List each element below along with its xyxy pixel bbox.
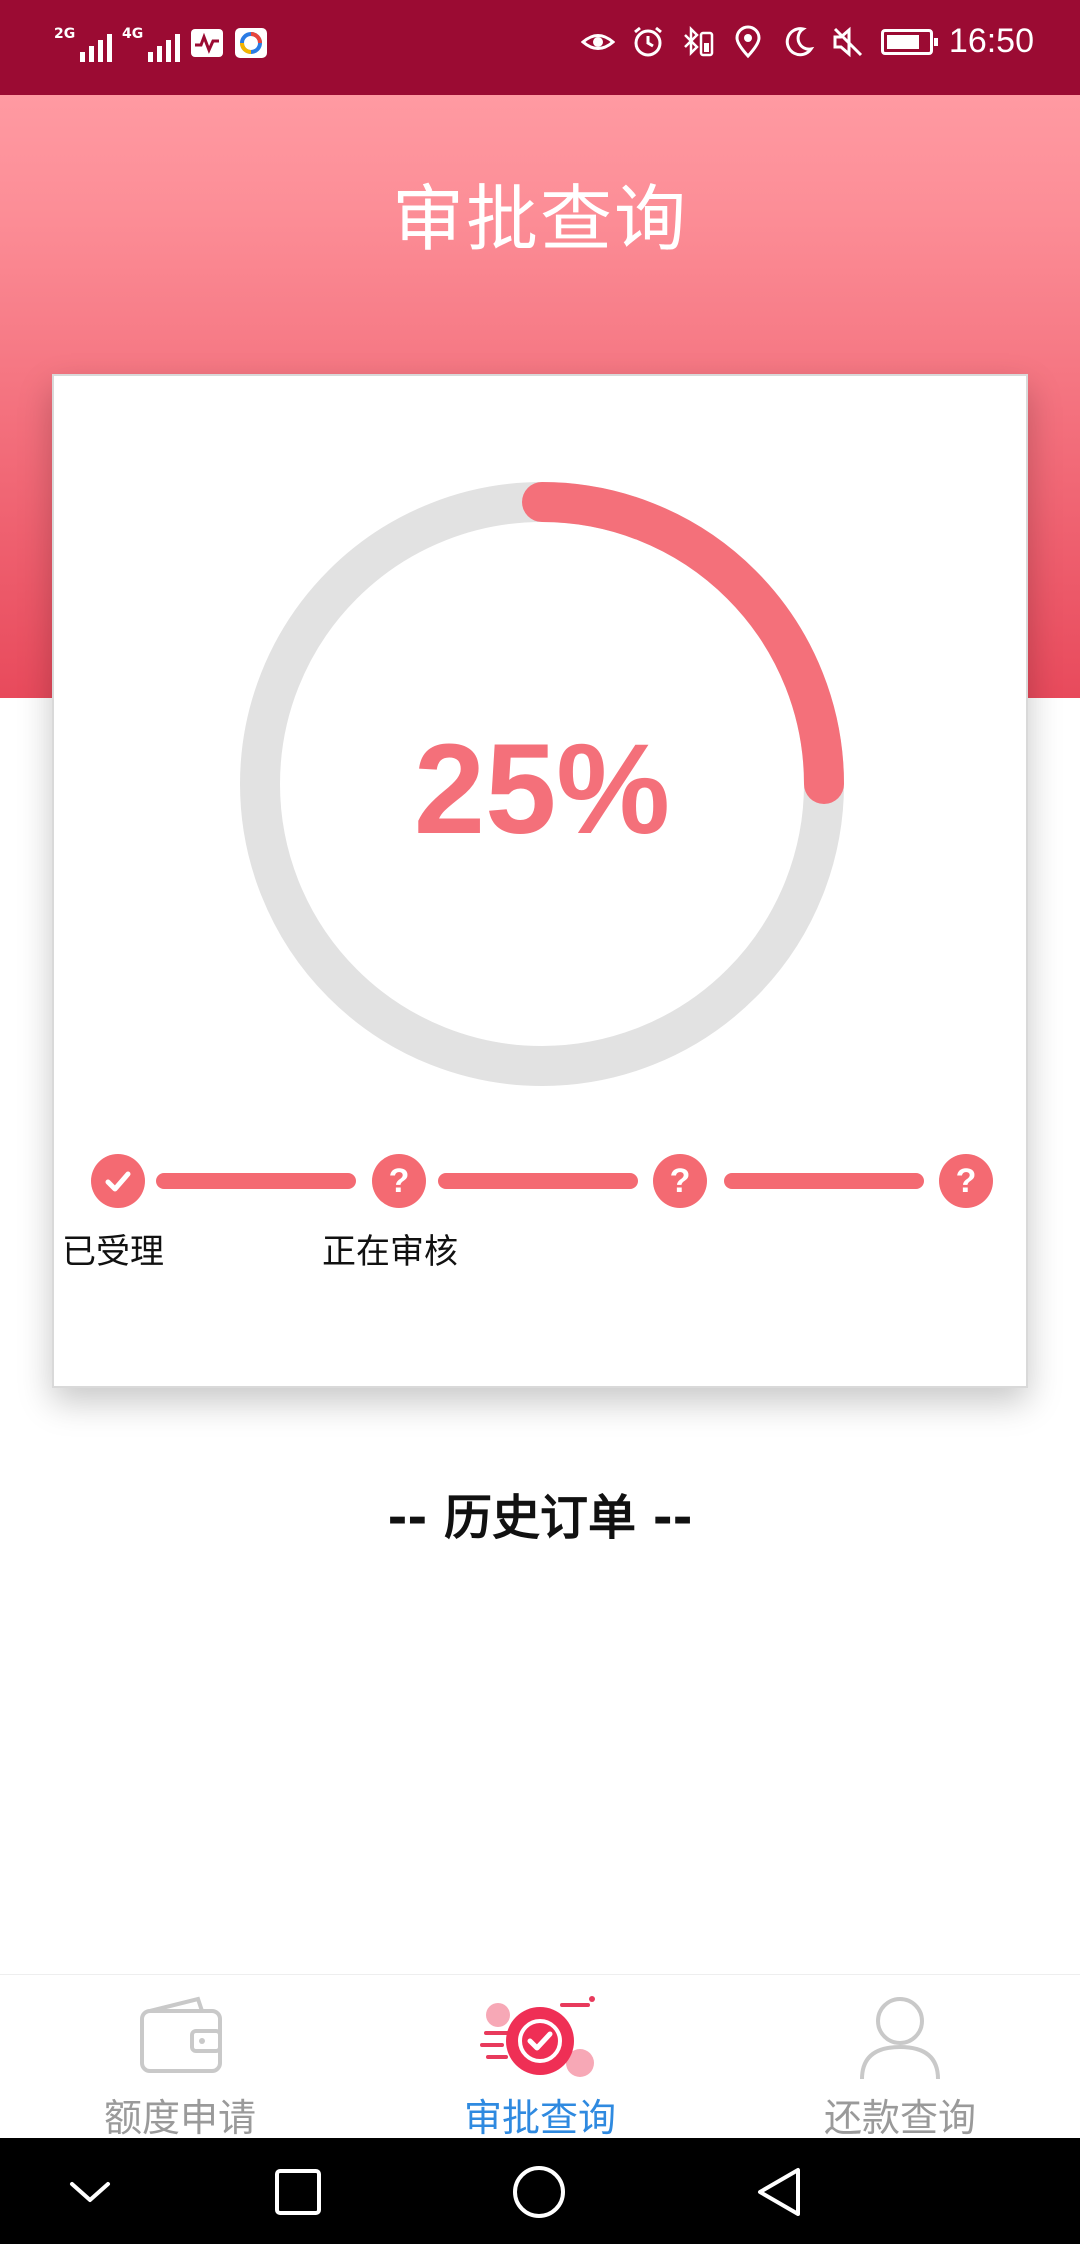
- status-time: 16:50: [948, 22, 1034, 60]
- tab-repayment-query[interactable]: 还款查询: [720, 1975, 1080, 2140]
- alarm-icon: [633, 26, 662, 56]
- tab-approval-query[interactable]: 审批查询: [360, 1975, 720, 2140]
- status-bar: 2G 4G 16:50: [0, 0, 1080, 95]
- signal-4g-icon: 4G: [122, 24, 180, 62]
- step-connector-2: [438, 1173, 638, 1189]
- bluetooth-battery-icon: [684, 25, 714, 56]
- chevron-down-icon[interactable]: [60, 2162, 120, 2222]
- battery-charging-icon: [880, 28, 938, 55]
- location-icon: [735, 25, 761, 58]
- step-3-question-icon: ?: [653, 1154, 707, 1208]
- approval-check-icon: [480, 1996, 595, 2077]
- back-triangle-icon[interactable]: [750, 2162, 810, 2222]
- network-2g-label: 2G: [54, 26, 76, 42]
- wallet-icon: [140, 1996, 222, 2073]
- history-orders-title: -- 历史订单 --: [387, 1490, 693, 1546]
- step-1-check-icon: [91, 1154, 145, 1208]
- progress-percent: 25%: [413, 718, 671, 861]
- activity-monitor-icon: [191, 29, 223, 57]
- recents-square-icon[interactable]: [268, 2162, 328, 2222]
- status-right: 16:50: [580, 22, 1034, 61]
- eye-icon: [580, 33, 615, 50]
- tab-credit-application-label: 额度申请: [103, 2096, 256, 2140]
- moon-icon: [785, 26, 815, 56]
- page-title: 审批查询: [391, 177, 688, 261]
- step-2-question-icon: ?: [372, 1154, 426, 1208]
- approval-progress-card: 25% ? ? ? 已受理 正在审核: [52, 374, 1028, 1388]
- step-1-label: 已受理: [62, 1232, 164, 1272]
- system-nav-bar: [0, 2138, 1080, 2244]
- tab-repayment-query-label: 还款查询: [823, 2096, 976, 2140]
- status-left: 2G 4G: [54, 24, 268, 62]
- step-connector-3: [724, 1173, 924, 1189]
- app-notification-icon: [235, 28, 267, 58]
- step-4-question-icon: ?: [939, 1154, 993, 1208]
- home-circle-icon[interactable]: [509, 2162, 569, 2222]
- mute-icon: [833, 26, 862, 57]
- step-2-label: 正在审核: [322, 1232, 458, 1272]
- user-icon: [860, 1997, 940, 2080]
- step-connector-1: [156, 1173, 356, 1189]
- signal-2g-icon: 2G: [54, 24, 112, 62]
- network-4g-label: 4G: [122, 26, 144, 42]
- bottom-tab-bar: 额度申请 审批查询 还款查询: [0, 1974, 1080, 2140]
- tab-approval-query-label: 审批查询: [463, 2096, 616, 2140]
- tab-credit-application[interactable]: 额度申请: [0, 1975, 360, 2140]
